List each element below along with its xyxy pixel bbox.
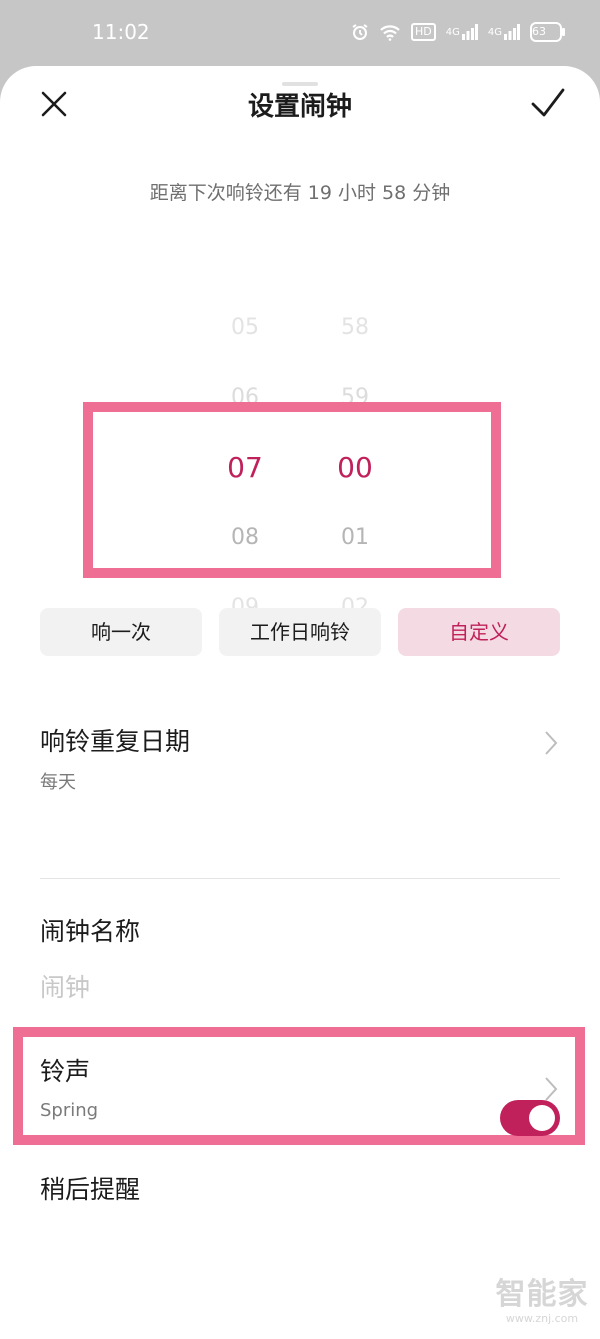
mode-once-button[interactable]: 响一次 <box>40 608 202 656</box>
status-icons: HD 4G 4G 63 <box>351 22 565 42</box>
minute-option[interactable]: 58 <box>305 315 405 340</box>
watermark-title: 智能家 <box>495 1277 589 1312</box>
alarm-clock-icon <box>351 23 369 41</box>
mode-workday-button[interactable]: 工作日响铃 <box>219 608 381 656</box>
snooze-title: 稍后提醒 <box>40 1175 141 1204</box>
alarm-name-title: 闹钟名称 <box>40 917 141 946</box>
divider <box>40 878 560 879</box>
alarm-sheet <box>0 66 600 1339</box>
check-icon <box>531 88 565 117</box>
toggle-knob <box>529 1105 555 1131</box>
picker-highlight-frame <box>83 402 501 578</box>
signal-4g-icon-2: 4G <box>488 24 520 40</box>
snooze-toggle[interactable] <box>500 1100 560 1136</box>
net-label-2: 4G <box>487 26 502 38</box>
watermark-url: www.znj.com <box>505 1312 579 1325</box>
chevron-right-icon <box>545 731 558 755</box>
watermark: 智能家 www.znj.com <box>490 1277 594 1326</box>
status-bar: 11:02 HD 4G 4G 63 <box>0 0 600 66</box>
mode-custom-button[interactable]: 自定义 <box>398 608 560 656</box>
repeat-title: 响铃重复日期 <box>40 727 191 756</box>
countdown-text: 距离下次响铃还有 19 小时 58 分钟 <box>149 182 451 204</box>
net-label-1: 4G <box>445 26 460 38</box>
status-time: 11:02 <box>92 20 150 44</box>
hour-option[interactable]: 05 <box>195 315 295 340</box>
wifi-icon <box>379 23 401 41</box>
alarm-name-input[interactable]: 闹钟 <box>40 968 90 1004</box>
battery-icon: 63 <box>530 22 565 42</box>
signal-4g-icon: 4G <box>446 24 478 40</box>
ringtone-highlight-frame <box>13 1027 585 1145</box>
confirm-button[interactable] <box>530 86 566 120</box>
repeat-value: 每天 <box>40 772 76 793</box>
hd-icon: HD <box>411 23 436 41</box>
page-title: 设置闹钟 <box>247 92 352 122</box>
